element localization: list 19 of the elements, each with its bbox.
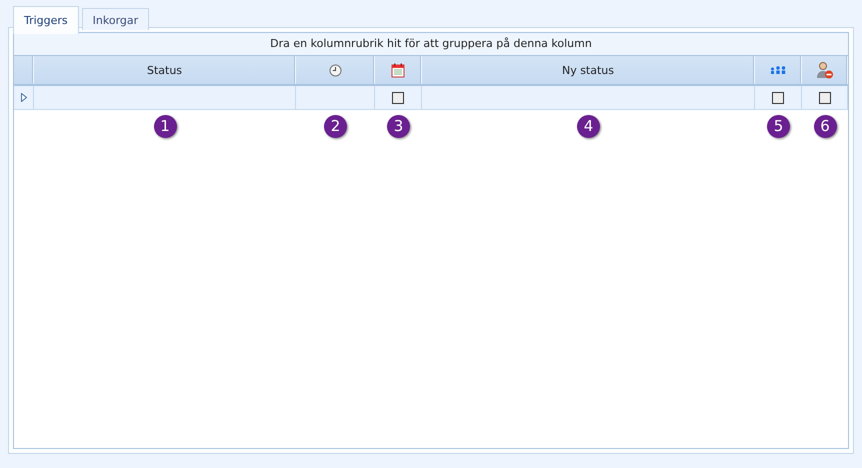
number-badge: 5 [767, 114, 790, 138]
number-badge: 1 [154, 114, 176, 138]
tab[interactable]: Inkorgar [82, 8, 150, 30]
checkbox[interactable] [392, 92, 404, 104]
number-badge: 6 [814, 114, 836, 138]
group-panel-hint: Dra en kolumnrubrik hit för att gruppera på denna kolumn [14, 33, 848, 56]
checkbox[interactable] [772, 92, 784, 104]
tab[interactable]: Triggers [13, 6, 79, 34]
number-badge: 4 [577, 114, 600, 138]
number-badge: 2 [324, 114, 347, 138]
column-header[interactable]: Status [146, 64, 182, 76]
user-blocked-icon[interactable] [816, 61, 834, 79]
row-indicator-icon [20, 93, 26, 102]
number-badge: 3 [387, 114, 410, 138]
calendar-icon[interactable] [391, 62, 405, 78]
checkbox[interactable] [818, 92, 830, 104]
people-icon[interactable] [770, 66, 786, 74]
clock-icon[interactable] [328, 64, 342, 76]
column-header[interactable]: Ny status [562, 64, 614, 76]
